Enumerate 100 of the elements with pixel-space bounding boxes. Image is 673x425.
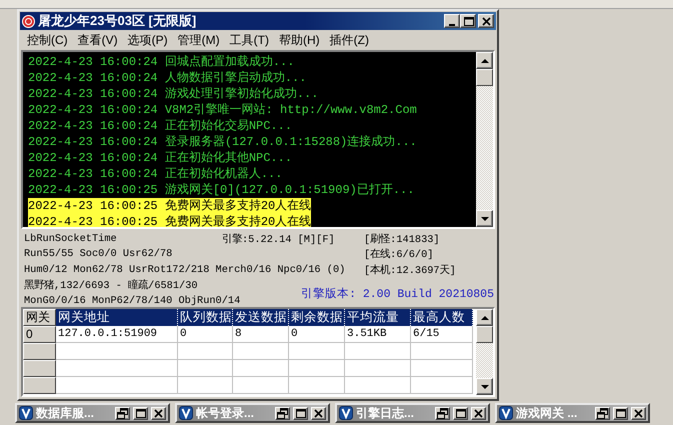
- scrollbar[interactable]: [476, 309, 493, 395]
- app-icon: [19, 406, 33, 420]
- table-cell: [178, 377, 233, 394]
- maximize-icon: [454, 406, 467, 420]
- maximize-button[interactable]: [613, 406, 628, 420]
- table-cell: [289, 343, 345, 360]
- close-icon: [312, 406, 325, 420]
- table-cell: 127.0.0.1:51909: [56, 326, 178, 343]
- table-cell: [289, 377, 345, 394]
- close-icon: [152, 406, 165, 420]
- table-cell: [345, 343, 411, 360]
- table-cell: [233, 377, 289, 394]
- table-cell: [345, 360, 411, 377]
- maximize-icon: [294, 406, 307, 420]
- table-cell: [411, 360, 473, 377]
- table-cell: 6/15: [411, 326, 473, 343]
- table-cell: 3.51KB: [345, 326, 411, 343]
- maximize-icon: [134, 406, 147, 420]
- app-icon: [179, 406, 193, 420]
- restore-icon: [436, 406, 449, 420]
- table-cell: 8: [233, 326, 289, 343]
- stat-text: 黑野猪,132/6693 - 瞳疏/6581/30: [24, 278, 199, 292]
- column-header[interactable]: 最高人数: [411, 309, 473, 326]
- table-cell: [178, 343, 233, 360]
- log-line: 2022-4-23 16:00:25 游戏网关[0](127.0.0.1:51909)已打开...: [28, 182, 414, 198]
- log-line: 2022-4-23 16:00:24 登录服务器(127.0.0.1:15288)连接成功...: [28, 134, 417, 150]
- spawn-count: [刷怪:141833]: [364, 232, 441, 246]
- log-line: 2022-4-23 16:00:24 正在初始化其他NPC...: [28, 150, 292, 166]
- column-header[interactable]: 剩余数据: [289, 309, 345, 326]
- column-header[interactable]: 发送数据: [233, 309, 289, 326]
- stat-text: MonG0/0/16 MonP62/78/140 ObjRun0/14: [24, 294, 242, 307]
- restore-icon: [116, 406, 129, 420]
- table-cell: [411, 377, 473, 394]
- column-header[interactable]: 网关: [23, 309, 56, 326]
- window-title: 数据库服...: [36, 404, 96, 422]
- menu-item[interactable]: 选项(P): [122, 32, 173, 48]
- close-button[interactable]: [471, 406, 486, 420]
- close-button[interactable]: [311, 406, 326, 420]
- menu-item[interactable]: 工具(T): [224, 32, 274, 48]
- stat-text: Run55/55 Soc0/0 Usr62/78: [24, 248, 174, 260]
- app-icon: [499, 406, 513, 420]
- close-icon: [632, 406, 645, 420]
- scroll-up-button[interactable]: [476, 309, 493, 326]
- restore-button[interactable]: [275, 406, 290, 420]
- window-title: 引擎日志...: [356, 404, 416, 422]
- scroll-thumb[interactable]: [476, 326, 493, 343]
- maximize-button[interactable]: [453, 406, 468, 420]
- minimize-icon: [449, 24, 455, 26]
- scrollbar[interactable]: [476, 52, 493, 227]
- scroll-up-button[interactable]: [476, 52, 493, 69]
- table-cell: [233, 343, 289, 360]
- column-header[interactable]: 平均流量: [345, 309, 411, 326]
- table-cell: [411, 343, 473, 360]
- restore-icon: [276, 406, 289, 420]
- app-icon: [22, 14, 35, 28]
- close-icon: [480, 14, 492, 28]
- scroll-thumb[interactable]: [476, 69, 493, 86]
- minimize-button[interactable]: [444, 14, 460, 28]
- window-title: 游戏网关 ...: [516, 404, 578, 422]
- column-header[interactable]: 网关地址: [56, 309, 178, 326]
- scroll-down-button[interactable]: [476, 210, 493, 227]
- restore-button[interactable]: [115, 406, 130, 420]
- menu-item[interactable]: 帮助(H): [274, 32, 325, 48]
- menu-item[interactable]: 管理(M): [172, 32, 225, 48]
- log-line: 2022-4-23 16:00:24 人物数据引擎启动成功...: [28, 70, 306, 86]
- close-button[interactable]: [478, 14, 494, 28]
- log-line: 2022-4-23 16:00:24 V8M2引擎唯一网站: http://www.v8m2.Com: [28, 102, 417, 118]
- close-button[interactable]: [631, 406, 646, 420]
- window-title: 屠龙少年23号03区 [无限版]: [38, 12, 198, 30]
- close-icon: [472, 406, 485, 420]
- maximize-button[interactable]: [133, 406, 148, 420]
- menu-item[interactable]: 插件(Z): [324, 32, 374, 48]
- table-cell: [289, 360, 345, 377]
- column-header[interactable]: 队列数据: [178, 309, 233, 326]
- stat-text: Hum0/12 Mon62/78 UsrRot172/218 Merch0/16 Npc0/16 (0): [24, 264, 346, 276]
- online-count: [在线:6/6/0]: [364, 247, 434, 262]
- restore-icon: [596, 406, 609, 420]
- table-cell: [345, 377, 411, 394]
- app-icon: [339, 406, 353, 420]
- scroll-down-button[interactable]: [476, 378, 493, 395]
- menu-item[interactable]: 控制(C): [22, 32, 73, 48]
- table-cell: 0: [178, 326, 233, 343]
- maximize-button[interactable]: [293, 406, 308, 420]
- restore-button[interactable]: [595, 406, 610, 420]
- uptime-text: [本机:12.3697天]: [364, 263, 457, 277]
- maximize-icon: [614, 406, 627, 420]
- table-cell: [233, 360, 289, 377]
- engine-text: 引擎:5.22.14 [M][F]: [222, 232, 336, 246]
- table-cell: [178, 360, 233, 377]
- stat-text: LbRunSocketTime: [24, 232, 118, 245]
- log-line: 2022-4-23 16:00:24 正在初始化交易NPC...: [28, 118, 292, 134]
- window-title: 帐号登录...: [196, 404, 256, 422]
- maximize-icon: [462, 14, 474, 28]
- table-cell: 0: [289, 326, 345, 343]
- restore-button[interactable]: [435, 406, 450, 420]
- row-header: 0: [23, 326, 56, 343]
- close-button[interactable]: [151, 406, 166, 420]
- log-line: 2022-4-23 16:00:24 回城点配置加载成功...: [28, 54, 294, 70]
- menu-item[interactable]: 查看(V): [72, 32, 123, 48]
- maximize-button[interactable]: [460, 14, 476, 28]
